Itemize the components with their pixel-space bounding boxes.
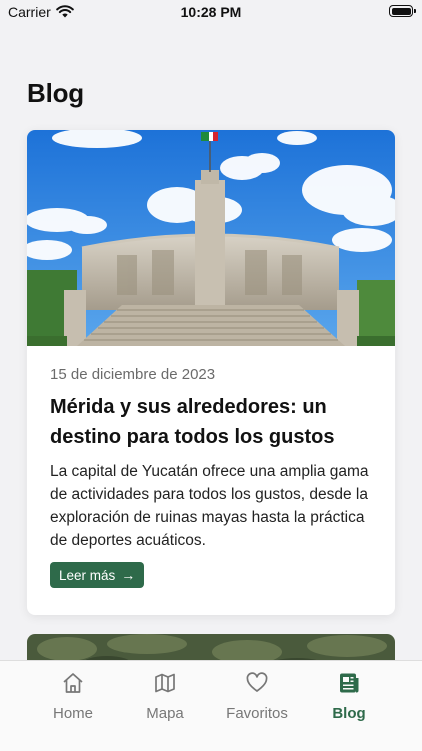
- read-more-label: Leer más: [59, 567, 116, 583]
- post-excerpt: La capital de Yucatán ofrece una amplia …: [50, 463, 369, 549]
- tab-home[interactable]: Home: [28, 671, 118, 722]
- read-more-button[interactable]: Leer más →: [50, 562, 145, 588]
- house-icon: [28, 671, 118, 695]
- page-title: Blog: [27, 78, 84, 108]
- arrow-right-icon: →: [121, 567, 136, 583]
- tab-home-label: Home: [52, 705, 93, 722]
- tab-bar: Home Mapa Favoritos Blog: [0, 660, 422, 751]
- clock: 10:28 PM: [180, 4, 242, 20]
- tab-favoritos[interactable]: Favoritos: [212, 671, 302, 722]
- heart-icon: [212, 671, 302, 695]
- post-date: 15 de diciembre de 2023: [50, 366, 216, 383]
- battery-icon: [389, 5, 416, 17]
- tab-mapa-label: Mapa: [146, 705, 184, 722]
- map-icon: [120, 671, 210, 695]
- tab-blog-label: Blog: [332, 705, 366, 722]
- tab-mapa[interactable]: Mapa: [120, 671, 210, 722]
- status-bar: Carrier 10:28 PM: [0, 0, 422, 26]
- post-title: Mérida y sus alrededores: un destino par…: [50, 396, 335, 448]
- newspaper-icon: [304, 671, 394, 695]
- post-image: [27, 130, 395, 346]
- blog-post-card[interactable]: 15 de diciembre de 2023 Mérida y sus alr…: [27, 130, 395, 615]
- tab-favoritos-label: Favoritos: [226, 705, 288, 722]
- tab-blog[interactable]: Blog: [304, 671, 394, 722]
